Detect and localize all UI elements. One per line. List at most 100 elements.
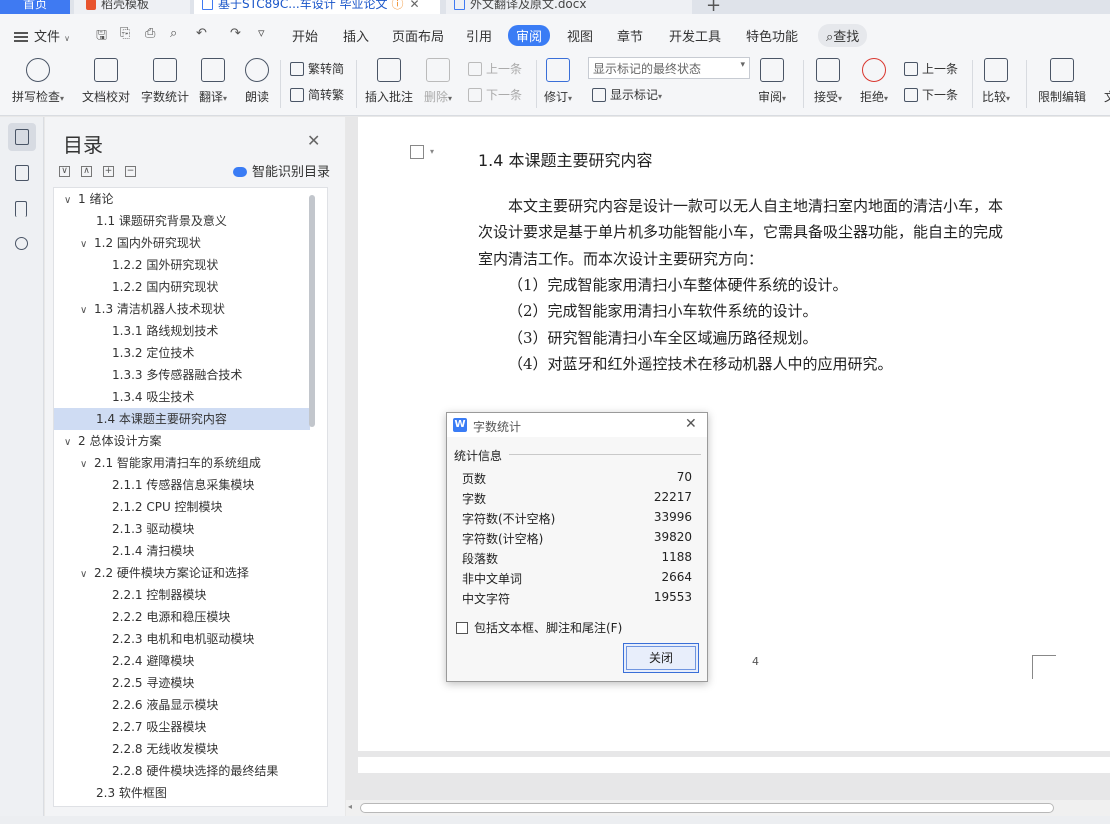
track-changes-button[interactable]: 修订▾	[544, 58, 572, 105]
spell-check-button[interactable]: 拼写检查▾	[12, 58, 64, 105]
include-textbox-checkbox[interactable]: 包括文本框、脚注和尾注(F)	[456, 619, 622, 636]
tab-thesis[interactable]: 基于STC89C...车设计 毕业论文 ⓘ ✕	[194, 0, 440, 14]
next-comment-button[interactable]: 下一条	[468, 86, 522, 103]
doc-proof-button[interactable]: 文档校对	[82, 58, 130, 105]
toc-item[interactable]: 1.2.2 国外研究现状	[54, 254, 310, 276]
menu-special[interactable]: 特色功能	[746, 26, 798, 45]
scroll-left-icon[interactable]: ◂	[348, 802, 352, 811]
markup-state-select[interactable]: 显示标记的最终状态 ▾	[588, 57, 750, 79]
toc-item[interactable]: ∨ 2 总体设计方案	[54, 430, 310, 452]
close-icon[interactable]: ✕	[307, 131, 320, 150]
dialog-titlebar[interactable]: W 字数统计 ✕	[447, 413, 707, 437]
translate-button[interactable]: 翻译▾	[199, 58, 227, 105]
close-icon[interactable]: ✕	[685, 416, 697, 432]
simp-to-trad-button[interactable]: 简转繁	[290, 86, 344, 103]
toc-nav-button[interactable]	[8, 123, 36, 151]
close-dialog-button[interactable]: 关闭	[623, 643, 699, 673]
print-icon[interactable]: ⎙	[145, 26, 155, 41]
collapse-all-icon[interactable]: ∨	[59, 166, 70, 177]
remove-heading-icon[interactable]: −	[125, 166, 136, 177]
toc-item[interactable]: ∨ 2.1 智能家用清扫车的系统组成	[54, 452, 310, 474]
tab-template[interactable]: 稻壳模板	[74, 0, 190, 14]
show-markup-button[interactable]: 显示标记▾	[592, 86, 662, 103]
delete-comment-button[interactable]: 删除▾	[424, 58, 452, 105]
expand-toggle-icon[interactable]: ∨	[80, 454, 94, 476]
horizontal-scrollbar[interactable]: ◂	[346, 800, 1110, 816]
trad-to-simp-button[interactable]: 繁转简	[290, 60, 344, 77]
toc-item[interactable]: 2.2.2 电源和稳压模块	[54, 606, 310, 628]
expand-toggle-icon[interactable]: ∨	[64, 190, 78, 212]
toc-item[interactable]: 1.3.1 路线规划技术	[54, 320, 310, 342]
scrollbar-thumb[interactable]	[360, 803, 1054, 813]
review-pane-button[interactable]: 审阅▾	[758, 58, 786, 105]
toc-item[interactable]: 2.1.3 驱动模块	[54, 518, 310, 540]
toc-item[interactable]: 2.2.5 寻迹模块	[54, 672, 310, 694]
restrict-editing-button[interactable]: 限制编辑	[1038, 58, 1086, 105]
toc-item[interactable]: 2.1.2 CPU 控制模块	[54, 496, 310, 518]
expand-toggle-icon[interactable]: ∨	[80, 234, 94, 256]
toc-item[interactable]: 2.2.8 硬件模块选择的最终结果	[54, 760, 310, 782]
expand-toggle-icon[interactable]: ∨	[80, 300, 94, 322]
checkbox-box[interactable]	[456, 622, 468, 634]
smart-toc-button[interactable]: 智能识别目录	[233, 161, 330, 180]
new-tab-button[interactable]: +	[706, 0, 721, 14]
toc-item[interactable]: 2.1.1 传感器信息采集模块	[54, 474, 310, 496]
close-tab-icon[interactable]: ✕	[410, 0, 420, 11]
toc-item[interactable]: ∨ 2.2 硬件模块方案论证和选择	[54, 562, 310, 584]
toc-item[interactable]: ∨ 1.2 国内外研究现状	[54, 232, 310, 254]
find-nav-button[interactable]	[8, 231, 36, 259]
next-change-button[interactable]: 下一条	[904, 86, 958, 103]
toc-item[interactable]: 1.4 本课题主要研究内容	[54, 408, 310, 430]
toc-item[interactable]: ∨ 1.3 清洁机器人技术现状	[54, 298, 310, 320]
page-options-icon[interactable]	[410, 145, 424, 159]
toc-item[interactable]: 2.2.8 无线收发模块	[54, 738, 310, 760]
next-page[interactable]	[358, 757, 1110, 773]
prev-comment-button[interactable]: 上一条	[468, 60, 522, 77]
toc-item[interactable]: ∨ 1 绪论	[54, 188, 310, 210]
toc-item[interactable]: 2.2.4 避障模块	[54, 650, 310, 672]
menu-chapter[interactable]: 章节	[617, 26, 643, 45]
toc-item[interactable]: 2.2.3 电机和电机驱动模块	[54, 628, 310, 650]
accept-button[interactable]: 接受▾	[814, 58, 842, 105]
menu-view[interactable]: 视图	[567, 26, 593, 45]
prev-change-button[interactable]: 上一条	[904, 60, 958, 77]
tab-translation[interactable]: 外文翻译及原文.docx	[446, 0, 692, 14]
add-heading-icon[interactable]: +	[103, 166, 114, 177]
menu-review[interactable]: 审阅	[508, 25, 551, 46]
toc-item[interactable]: 2.2.1 控制器模块	[54, 584, 310, 606]
undo-icon[interactable]: ↶	[196, 26, 207, 41]
bookmark-nav-button[interactable]	[8, 195, 36, 223]
toc-item[interactable]: 1.2.2 国内研究现状	[54, 276, 310, 298]
toc-item[interactable]: 2.1.4 清扫模块	[54, 540, 310, 562]
expand-toggle-icon[interactable]: ∨	[80, 564, 94, 586]
read-aloud-button[interactable]: 朗读	[245, 58, 269, 105]
toc-item[interactable]: 1.3.2 定位技术	[54, 342, 310, 364]
word-count-button[interactable]: 字数统计	[141, 58, 189, 105]
menu-start[interactable]: 开始	[292, 26, 318, 45]
ribbon-overflow-button[interactable]: 文	[1098, 58, 1110, 105]
search-button[interactable]: ⌕查找	[818, 24, 868, 47]
toc-item[interactable]: 1.3.4 吸尘技术	[54, 386, 310, 408]
toc-item[interactable]: 2.3 软件框图	[54, 782, 310, 804]
redo-icon[interactable]: ↷	[230, 26, 241, 41]
expand-toggle-icon[interactable]: ∨	[64, 432, 78, 454]
menu-dev-tools[interactable]: 开发工具	[669, 26, 721, 45]
save-icon[interactable]: 🖫	[96, 26, 107, 48]
menu-page-layout[interactable]: 页面布局	[392, 26, 444, 45]
customize-quick-access-icon[interactable]: ▿	[258, 26, 265, 41]
toc-item[interactable]: 1.3.3 多传感器融合技术	[54, 364, 310, 386]
expand-all-icon[interactable]: ∧	[81, 166, 92, 177]
toc-item[interactable]: 1.1 课题研究背景及意义	[54, 210, 310, 232]
tab-home[interactable]: 首页	[0, 0, 70, 14]
toc-scrollbar[interactable]	[309, 195, 315, 427]
compare-button[interactable]: 比较▾	[982, 58, 1010, 105]
menu-insert[interactable]: 插入	[343, 26, 369, 45]
export-icon[interactable]: ⎘	[120, 26, 130, 41]
reject-button[interactable]: 拒绝▾	[860, 58, 888, 105]
toc-item[interactable]: 2.2.6 液晶显示模块	[54, 694, 310, 716]
chapter-nav-button[interactable]	[8, 159, 36, 187]
print-preview-icon[interactable]: ⌕	[170, 26, 177, 41]
file-menu[interactable]: 文件 ∨	[14, 26, 70, 45]
menu-references[interactable]: 引用	[466, 26, 492, 45]
toc-item[interactable]: 2.2.7 吸尘器模块	[54, 716, 310, 738]
